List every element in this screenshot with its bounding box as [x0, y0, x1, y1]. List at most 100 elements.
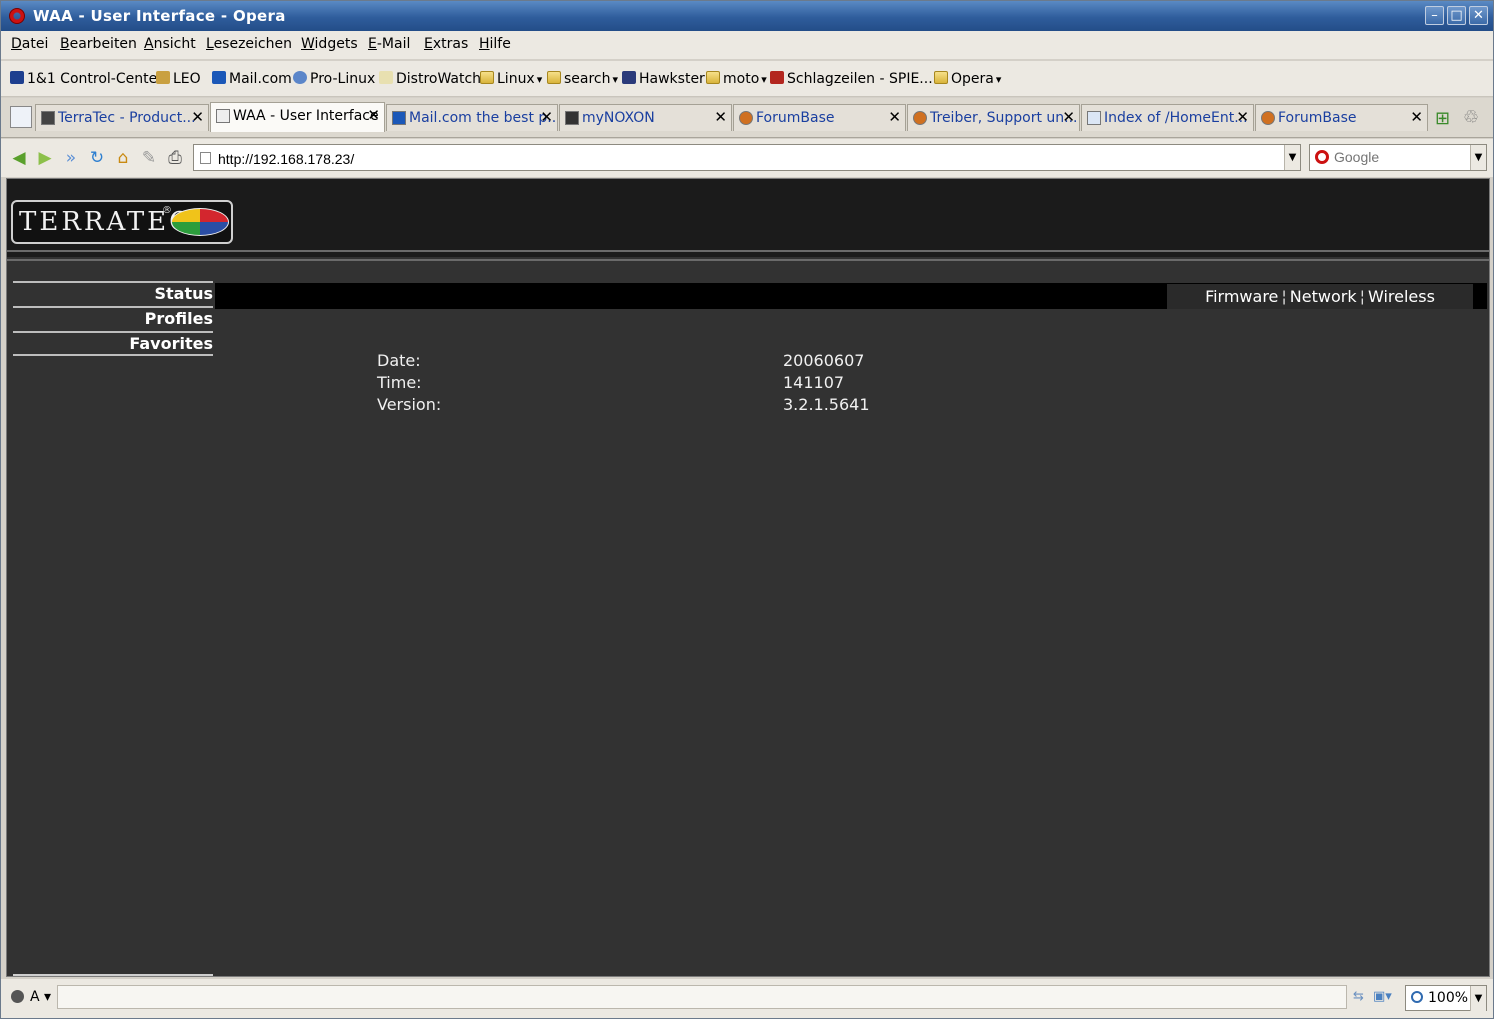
tab-treiber-support[interactable]: Treiber, Support un... ✕ — [907, 104, 1080, 131]
1und1-icon — [10, 71, 24, 84]
page-favicon-icon — [216, 109, 230, 123]
address-toolbar: ◀ ▶ » ↻ ⌂ ✎ ⎙ http://192.168.178.23/ ▼ ▼ — [1, 139, 1493, 177]
noxon-favicon-icon — [565, 111, 579, 125]
mailcom-icon — [212, 71, 226, 84]
input-mode[interactable]: A ▾ — [30, 989, 51, 1005]
close-window-button[interactable]: ✕ — [1469, 6, 1488, 25]
menu-lesezeichen[interactable]: Lesezeichen — [206, 36, 292, 52]
zoom-dropdown-icon[interactable]: ▼ — [1470, 986, 1486, 1011]
tab-forumbase-2[interactable]: ForumBase ✕ — [1255, 104, 1428, 131]
divider — [7, 250, 1489, 252]
nav-favorites[interactable]: Favorites — [13, 331, 213, 356]
menu-widgets[interactable]: Widgets — [301, 36, 358, 52]
nav-status[interactable]: Status — [13, 281, 213, 306]
nav-wireless[interactable]: Wireless — [1368, 287, 1435, 306]
minimize-button[interactable]: – — [1425, 6, 1444, 25]
close-tab-icon[interactable]: ✕ — [1410, 108, 1423, 126]
terratec-logo-icon — [171, 208, 229, 236]
bookmark-leo[interactable]: LEO — [156, 71, 201, 87]
prolinux-icon — [293, 71, 307, 84]
bookmarks-bar: 1&1 Control-Center LEO Mail.com Pro-Linu… — [1, 61, 1493, 97]
folder-icon — [706, 71, 720, 84]
close-tab-icon[interactable]: ✕ — [1062, 108, 1075, 126]
terratec-favicon-icon — [41, 111, 55, 125]
search-engine-dropdown-icon[interactable]: ▼ — [1470, 145, 1486, 170]
bookmark-hawkster[interactable]: Hawkster — [622, 71, 705, 87]
address-dropdown-icon[interactable]: ▼ — [1284, 145, 1300, 170]
google-icon — [1315, 150, 1329, 164]
wand-icon[interactable]: ✎ — [139, 148, 159, 168]
nav-profiles[interactable]: Profiles — [13, 306, 213, 331]
bookmark-folder-linux[interactable]: Linux — [480, 71, 542, 87]
terratec-logo: TERRATEC ® — [11, 200, 233, 244]
new-tab-icon[interactable]: ⊞ — [1435, 108, 1450, 129]
info-row-time: Time: 141107 — [377, 373, 845, 392]
search-input[interactable] — [1334, 149, 1464, 165]
bookmark-folder-opera[interactable]: Opera — [934, 71, 1001, 87]
browser-window: WAA - User Interface - Opera – □ ✕ Datei… — [0, 0, 1494, 1019]
tab-index-homeent[interactable]: Index of /HomeEnt... ✕ — [1081, 104, 1254, 131]
fast-forward-icon[interactable]: » — [61, 148, 81, 168]
tab-bar: TerraTec - Product... ✕ WAA - User Interf… — [1, 98, 1493, 138]
page-icon — [200, 152, 211, 164]
leo-icon — [156, 71, 170, 84]
tab-mailcom[interactable]: Mail.com the best p... ✕ — [386, 104, 558, 131]
menu-hilfe[interactable]: Hilfe — [479, 36, 511, 52]
trash-icon[interactable]: ♲ — [1463, 107, 1479, 128]
tab-waa-user-interface[interactable]: WAA - User Interface ✕ — [210, 102, 385, 132]
hawkster-icon — [622, 71, 636, 84]
zoom-control[interactable]: 100% ▼ — [1405, 985, 1487, 1011]
folder-icon — [934, 71, 948, 84]
print-icon[interactable]: ⎙ — [165, 148, 185, 168]
window-title: WAA - User Interface - Opera — [33, 7, 286, 25]
reload-icon[interactable]: ↻ — [87, 148, 107, 168]
close-tab-icon[interactable]: ✕ — [714, 108, 727, 126]
back-icon[interactable]: ◀ — [9, 148, 29, 168]
bookmark-spiegel[interactable]: Schlagzeilen - SPIE... — [770, 71, 933, 87]
menu-datei[interactable]: Datei — [11, 36, 48, 52]
close-tab-icon[interactable]: ✕ — [888, 108, 901, 126]
menu-email[interactable]: E-Mail — [368, 36, 410, 52]
home-icon[interactable]: ⌂ — [113, 148, 133, 168]
document-favicon-icon — [1087, 111, 1101, 125]
panel-toggle-icon[interactable] — [10, 106, 32, 128]
globe-icon[interactable] — [11, 990, 24, 1003]
forward-icon[interactable]: ▶ — [35, 148, 55, 168]
info-row-date: Date: 20060607 — [377, 351, 865, 370]
side-navigation: Status Profiles Favorites — [13, 281, 213, 356]
title-bar: WAA - User Interface - Opera – □ ✕ — [1, 1, 1493, 31]
tab-terratec[interactable]: TerraTec - Product... ✕ — [35, 104, 209, 131]
sub-navigation: Firmware ¦ Network ¦ Wireless — [1167, 284, 1473, 309]
menu-extras[interactable]: Extras — [424, 36, 468, 52]
tab-forumbase-1[interactable]: ForumBase ✕ — [733, 104, 906, 131]
top-strip: Firmware ¦ Network ¦ Wireless — [215, 283, 1487, 309]
bookmark-mailcom[interactable]: Mail.com — [212, 71, 292, 87]
nav-network[interactable]: Network — [1290, 287, 1357, 306]
page-header: TERRATEC ® — [7, 179, 1489, 257]
close-tab-icon[interactable]: ✕ — [540, 108, 553, 126]
tab-mynoxon[interactable]: myNOXON ✕ — [559, 104, 732, 131]
close-tab-icon[interactable]: ✕ — [1236, 108, 1249, 126]
close-tab-icon[interactable]: ✕ — [367, 106, 380, 124]
forumbase-favicon-icon — [739, 111, 753, 125]
maximize-button[interactable]: □ — [1447, 6, 1466, 25]
turbo-icon[interactable]: ⇆ — [1353, 989, 1364, 1004]
distrowatch-icon — [379, 71, 393, 84]
bookmark-1und1[interactable]: 1&1 Control-Center — [10, 71, 163, 87]
menu-bearbeiten[interactable]: Bearbeiten — [60, 36, 137, 52]
bookmark-distrowatch[interactable]: DistroWatch — [379, 71, 481, 87]
bookmark-folder-search[interactable]: search — [547, 71, 618, 87]
bookmark-prolinux[interactable]: Pro-Linux — [293, 71, 375, 87]
menu-ansicht[interactable]: Ansicht — [144, 36, 196, 52]
bookmark-folder-moto[interactable]: moto — [706, 71, 767, 87]
divider — [7, 259, 1489, 261]
nav-firmware[interactable]: Firmware — [1205, 287, 1278, 306]
address-field[interactable]: http://192.168.178.23/ ▼ — [193, 144, 1301, 171]
search-field[interactable]: ▼ — [1309, 144, 1487, 171]
status-field — [57, 985, 1347, 1009]
close-tab-icon[interactable]: ✕ — [191, 108, 204, 126]
images-icon[interactable]: ▣▾ — [1373, 989, 1392, 1004]
menu-bar: Datei Bearbeiten Ansicht Lesezeichen Wid… — [1, 31, 1493, 59]
zoom-icon — [1411, 991, 1423, 1003]
folder-icon — [480, 71, 494, 84]
